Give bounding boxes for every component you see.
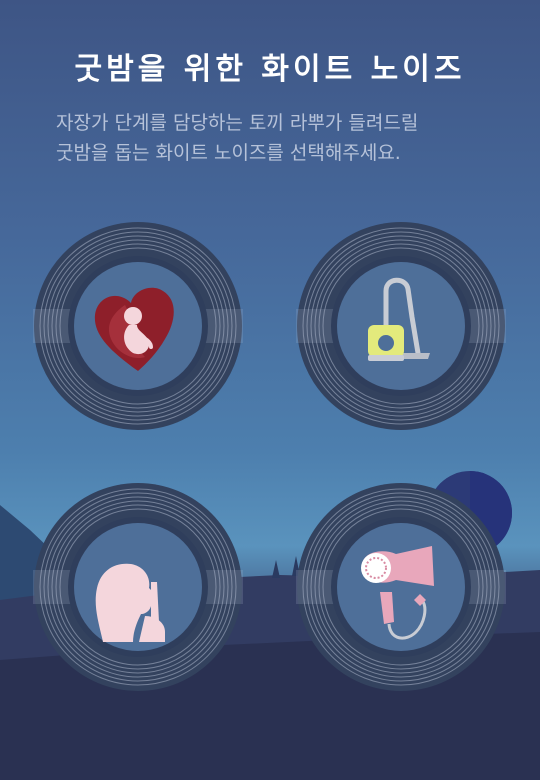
tree-small: [272, 560, 280, 578]
app-screen: 굿밤을 위한 화이트 노이즈 자장가 단계를 담당하는 토끼 라뿌가 들려드릴 …: [0, 0, 540, 780]
description-line: 자장가 단계를 담당하는 토끼 라뿌가 들려드릴: [56, 112, 419, 134]
page-description: 자장가 단계를 담당하는 토끼 라뿌가 들려드릴 굿밤을 돕는 화이트 노이즈를…: [56, 108, 496, 168]
page-title: 굿밤을 위한 화이트 노이즈: [74, 52, 466, 87]
noise-option-womb[interactable]: [33, 221, 243, 431]
noise-option-vacuum[interactable]: [296, 221, 506, 431]
description-line: 굿밤을 돕는 화이트 노이즈를 선택해주세요.: [56, 142, 401, 164]
noise-option-hairdryer[interactable]: [296, 482, 506, 692]
noise-option-shush[interactable]: [33, 482, 243, 692]
